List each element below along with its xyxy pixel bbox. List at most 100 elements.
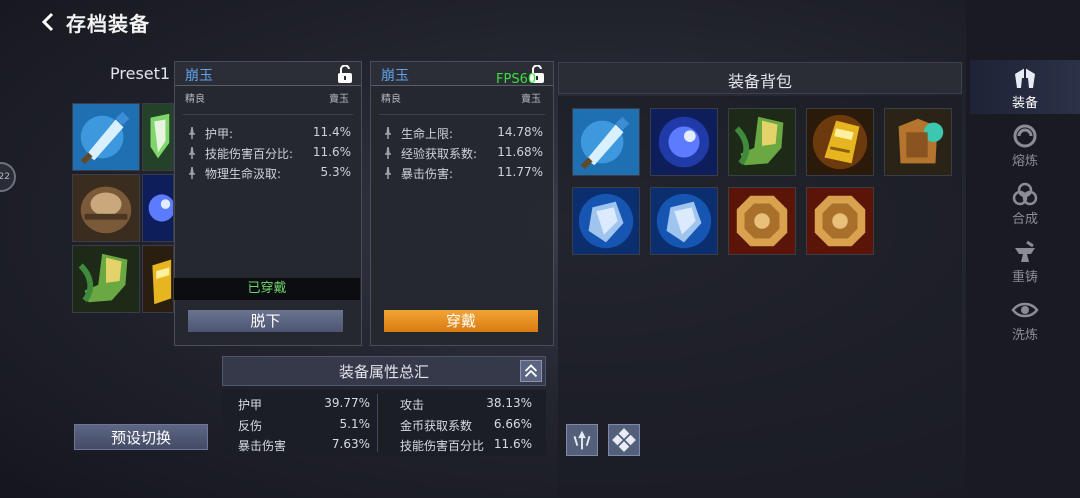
equip-button[interactable]: 穿戴 <box>384 310 538 332</box>
orb-icon <box>651 109 717 175</box>
nav-item-synthesize[interactable]: 合成 <box>970 176 1080 230</box>
nav-label: 合成 <box>1011 212 1038 227</box>
summary-row: 护甲 39.77% <box>238 396 370 414</box>
summary-body: 护甲 39.77% 反伤 5.1% 暴击伤害 7.63% 攻击 38.13% 金币获取系… <box>222 390 546 456</box>
bag-item-gem[interactable] <box>572 187 640 255</box>
stat-row: 暴击伤害: 11.77% <box>383 165 543 181</box>
item-type: 賣玉 <box>329 94 349 105</box>
nav-item-smelt[interactable]: 熔炼 <box>970 118 1080 172</box>
stat-row: 技能伤害百分比: 11.6% <box>187 145 351 161</box>
sword-small-icon <box>385 167 391 179</box>
summary-row: 暴击伤害 7.63% <box>238 437 370 455</box>
preset-slot-orb[interactable] <box>142 174 174 242</box>
orb-icon <box>143 175 173 241</box>
unequip-button[interactable]: 脱下 <box>188 310 343 332</box>
sword-icon <box>573 109 639 175</box>
fps-counter: FPS60 <box>496 72 537 87</box>
item-name: 崩玉 <box>381 68 409 84</box>
summary-key: 攻击 <box>400 398 425 412</box>
sword-small-icon <box>385 147 391 159</box>
summary-value: 39.77% <box>324 396 370 410</box>
equipped-status: 已穿戴 <box>174 278 360 300</box>
stat-name: 生命上限: <box>401 127 454 141</box>
stat-row: 护甲: 11.4% <box>187 125 351 141</box>
bag-item-amulet[interactable] <box>728 187 796 255</box>
nav-item-refine[interactable]: 洗炼 <box>970 292 1080 346</box>
summary-collapse-button[interactable] <box>520 360 542 382</box>
stat-row: 生命上限: 14.78% <box>383 125 543 141</box>
nav-label: 熔炼 <box>1011 154 1038 169</box>
nav-label: 装备 <box>1011 96 1038 111</box>
shield-icon <box>143 104 173 170</box>
stat-value: 11.6% <box>312 145 351 159</box>
item-quality: 精良 <box>381 94 401 105</box>
stat-name: 护甲: <box>205 127 234 141</box>
stat-row: 物理生命汲取: 5.3% <box>187 165 351 181</box>
stat-name: 经验获取系数: <box>401 147 478 161</box>
summary-row: 攻击 38.13% <box>400 396 532 414</box>
summary-title: 装备属性总汇 <box>338 363 429 381</box>
stat-row: 经验获取系数: 11.68% <box>383 145 543 161</box>
chevron-left-icon <box>41 12 54 32</box>
sword-small-icon <box>189 147 195 159</box>
gauntlet-icon <box>143 246 173 312</box>
stat-value: 11.68% <box>497 145 543 159</box>
preset-slot-shield[interactable] <box>142 103 174 171</box>
boots-icon <box>729 109 795 175</box>
lock-toggle[interactable] <box>337 64 353 83</box>
sword-icon <box>73 104 139 170</box>
stat-value: 11.4% <box>312 125 351 139</box>
grid-filter-button[interactable] <box>608 424 640 456</box>
grid-icon <box>612 428 636 452</box>
summary-row: 反伤 5.1% <box>238 417 370 435</box>
summary-value: 7.63% <box>331 437 370 451</box>
anvil-icon <box>1015 240 1035 262</box>
card-divider <box>379 114 545 115</box>
bag-item-orb[interactable] <box>650 108 718 176</box>
card-divider <box>183 114 353 115</box>
back-button[interactable] <box>36 8 62 36</box>
chest-armor-icon <box>885 109 951 175</box>
gem-icon <box>651 188 717 254</box>
preset-slot-boots[interactable] <box>72 245 140 313</box>
summary-key: 护甲 <box>238 398 263 412</box>
swirl-icon <box>1013 124 1037 148</box>
bag-item-amulet[interactable] <box>806 187 874 255</box>
preset-slot-sword[interactable] <box>72 103 140 171</box>
bag-title: 装备背包 <box>727 72 792 91</box>
stat-value: 14.78% <box>497 125 543 139</box>
edge-bubble-badge[interactable]: 22 <box>0 162 16 192</box>
item-quality: 精良 <box>185 94 205 105</box>
triquetra-icon <box>1012 182 1038 206</box>
sort-icon <box>573 430 591 450</box>
sort-button[interactable] <box>566 424 598 456</box>
stat-value: 11.77% <box>497 165 543 179</box>
armor-icon <box>73 175 139 241</box>
summary-key: 暴击伤害 <box>238 439 287 453</box>
summary-row: 金币获取系数 6.66% <box>400 417 532 435</box>
preset-switch-button[interactable]: 预设切换 <box>74 424 208 450</box>
stat-name: 物理生命汲取: <box>205 167 282 181</box>
page-title: 存档装备 <box>66 12 150 36</box>
lock-open-icon <box>338 64 352 83</box>
nav-item-equipment[interactable]: 装备 <box>970 60 1080 114</box>
attribute-summary: 装备属性总汇 护甲 39.77% 反伤 5.1% 暴击伤害 7.63% 攻击 38.13… <box>222 356 546 456</box>
preset-slot-gauntlet[interactable] <box>142 245 174 313</box>
bag-item-boots[interactable] <box>728 108 796 176</box>
bag-item-sword[interactable] <box>572 108 640 176</box>
bag-item-chest-armor[interactable] <box>884 108 952 176</box>
summary-value: 5.1% <box>339 417 371 431</box>
preset-slot-armor[interactable] <box>72 174 140 242</box>
stat-value: 5.3% <box>320 165 352 179</box>
gem-icon <box>573 188 639 254</box>
sword-small-icon <box>189 167 195 179</box>
summary-key: 反伤 <box>238 419 263 433</box>
boots-icon <box>73 246 139 312</box>
amulet-icon <box>807 188 873 254</box>
preset-label: Preset1 <box>110 64 171 83</box>
nav-item-reforge[interactable]: 重铸 <box>970 234 1080 288</box>
bag-item-gem[interactable] <box>650 187 718 255</box>
sword-small-icon <box>189 127 195 139</box>
item-name: 崩玉 <box>185 68 213 84</box>
bag-item-gauntlet[interactable] <box>806 108 874 176</box>
